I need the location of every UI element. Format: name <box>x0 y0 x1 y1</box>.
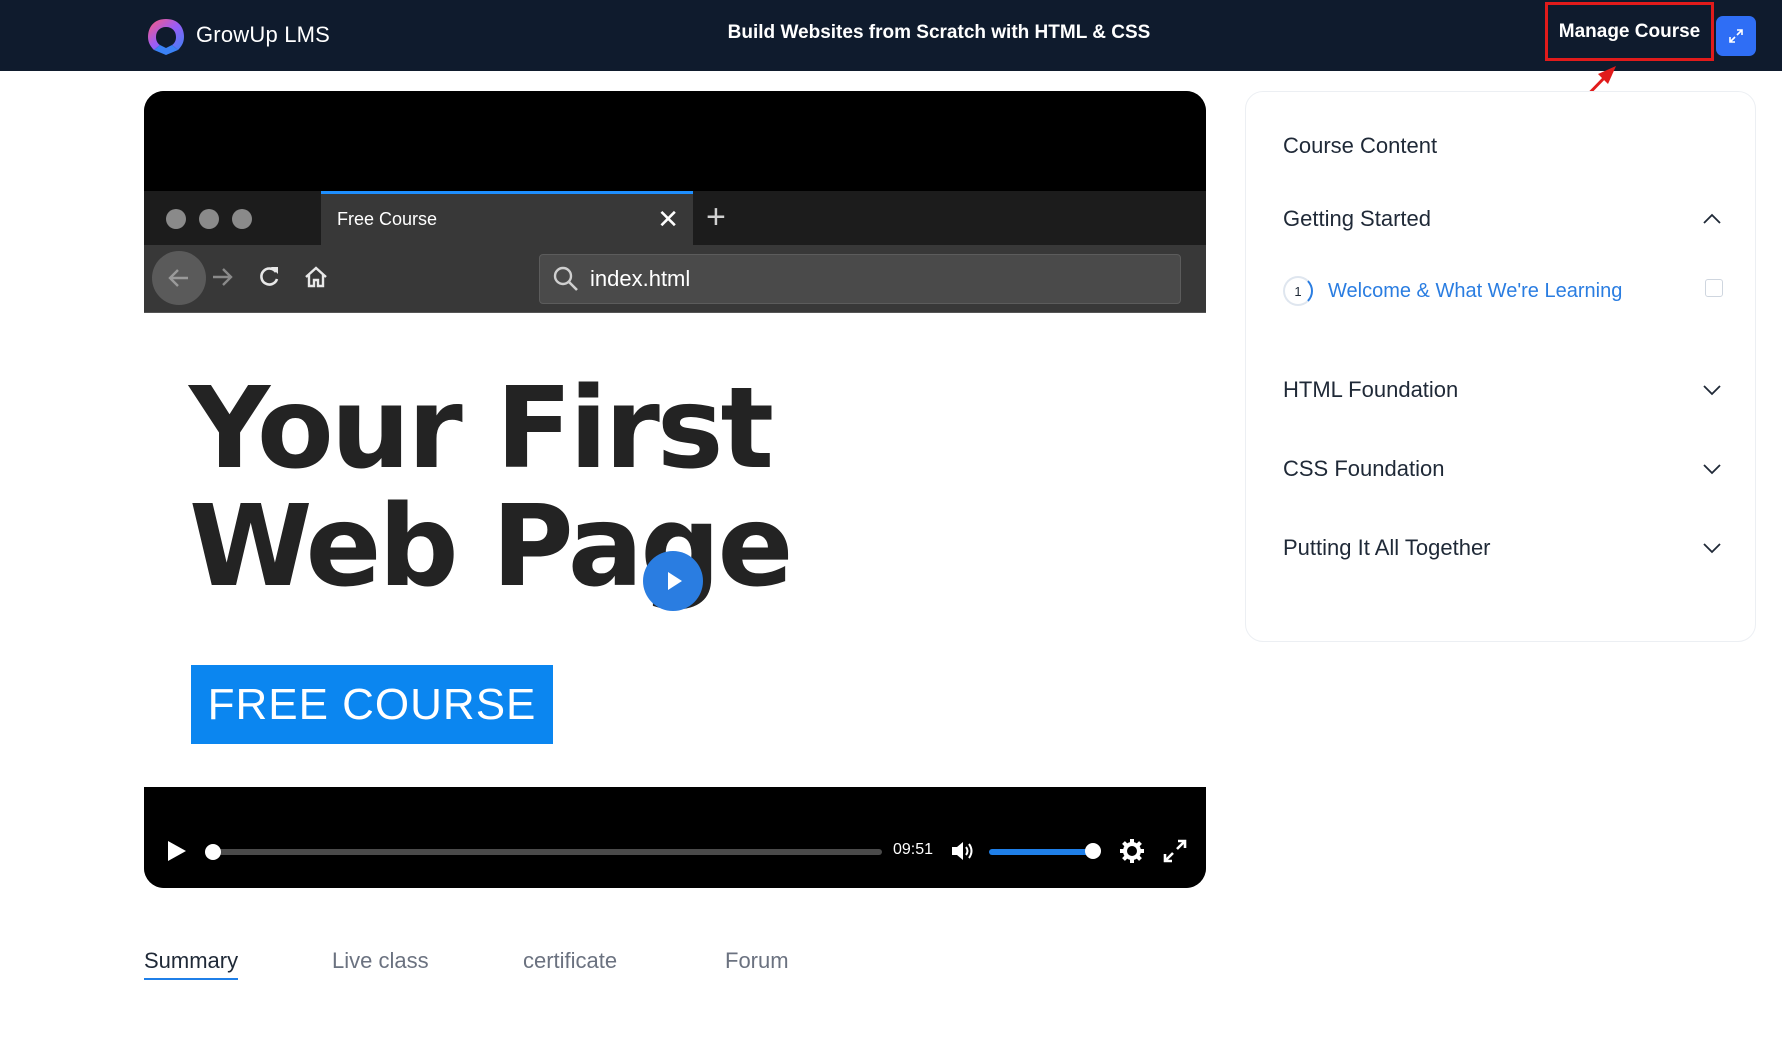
section-html-foundation[interactable]: HTML Foundation <box>1283 369 1723 409</box>
chevron-down-icon <box>1703 543 1721 554</box>
headline-line-1: Your First <box>189 364 774 494</box>
window-dot-icon <box>232 209 252 229</box>
section-label: Putting It All Together <box>1283 535 1491 560</box>
progress-bar[interactable] <box>208 849 882 855</box>
section-label: HTML Foundation <box>1283 377 1459 402</box>
free-course-badge: FREE COURSE <box>191 665 553 744</box>
volume-icon[interactable] <box>948 837 976 865</box>
browser-tab-strip: Free Course ✕ + <box>144 191 1206 245</box>
course-title: Build Websites from Scratch with HTML & … <box>0 22 1782 44</box>
forward-icon <box>206 261 238 293</box>
browser-toolbar: index.html <box>144 245 1206 313</box>
tab-forum[interactable]: Forum <box>725 948 789 974</box>
close-icon: ✕ <box>657 204 679 234</box>
top-bar: GrowUp LMS Build Websites from Scratch w… <box>0 0 1782 71</box>
window-dot-icon <box>199 209 219 229</box>
play-icon <box>668 572 682 590</box>
progress-handle[interactable] <box>205 844 221 860</box>
lesson-number: 1 <box>1283 276 1313 306</box>
play-icon[interactable] <box>164 839 188 863</box>
window-dot-icon <box>166 209 186 229</box>
volume-handle[interactable] <box>1085 843 1101 859</box>
video-letterbox-top <box>144 91 1206 191</box>
video-player[interactable]: Free Course ✕ + index.html Your First We… <box>144 91 1206 888</box>
tab-summary[interactable]: Summary <box>144 948 239 980</box>
section-css-foundation[interactable]: CSS Foundation <box>1283 448 1723 488</box>
search-icon <box>553 266 578 291</box>
panel-title: Course Content <box>1283 133 1438 158</box>
reload-icon <box>253 261 285 293</box>
section-putting-it-all-together[interactable]: Putting It All Together <box>1283 527 1723 567</box>
address-bar: index.html <box>539 254 1181 304</box>
browser-tab-label: Free Course <box>337 209 438 229</box>
course-content-panel: Course Content Getting Started 1 Welcome… <box>1245 91 1756 642</box>
address-text: index.html <box>590 266 691 291</box>
tab-live-class[interactable]: Live class <box>332 948 429 974</box>
tab-certificate[interactable]: certificate <box>523 948 617 974</box>
video-frame: Your First Web Page FREE COURSE <box>144 313 1206 787</box>
lesson-item[interactable]: 1 Welcome & What We're Learning <box>1283 273 1723 313</box>
plus-icon: + <box>706 198 726 236</box>
gear-icon[interactable] <box>1118 837 1146 865</box>
expand-icon <box>1729 29 1743 43</box>
time-display: 09:51 <box>893 841 934 858</box>
browser-tab: Free Course ✕ <box>321 191 693 245</box>
lesson-label: Welcome & What We're Learning <box>1328 280 1623 302</box>
manage-course-button[interactable]: Manage Course <box>1545 2 1714 61</box>
chevron-down-icon <box>1703 464 1721 475</box>
player-controls: 09:51 <box>144 787 1206 888</box>
chevron-up-icon <box>1703 213 1721 224</box>
chevron-down-icon <box>1703 385 1721 396</box>
lesson-complete-checkbox[interactable] <box>1705 279 1723 297</box>
volume-slider[interactable] <box>989 849 1093 855</box>
back-icon <box>152 251 206 305</box>
big-play-button[interactable] <box>643 551 703 611</box>
course-title-text: Build Websites from Scratch with HTML & … <box>727 22 1151 43</box>
expand-button[interactable] <box>1716 16 1756 56</box>
section-label: Getting Started <box>1283 206 1431 231</box>
fullscreen-icon[interactable] <box>1161 837 1189 865</box>
section-getting-started[interactable]: Getting Started <box>1283 198 1723 238</box>
home-icon <box>300 261 332 293</box>
section-label: CSS Foundation <box>1283 456 1445 481</box>
